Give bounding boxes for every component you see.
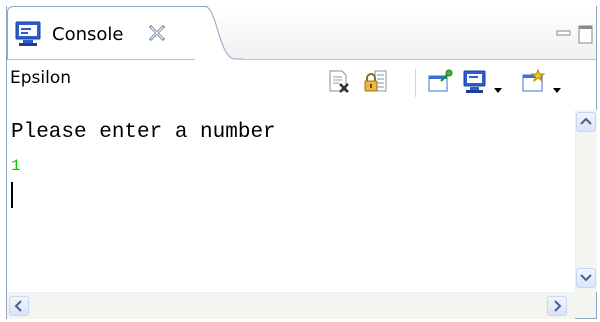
- console-name-label: Epsilon: [10, 68, 72, 88]
- chevron-down-icon[interactable]: [493, 80, 503, 93]
- minimize-icon[interactable]: [556, 25, 572, 44]
- tab-edge-curve: [195, 6, 243, 60]
- clear-console-icon[interactable]: [327, 69, 353, 95]
- scrollbar-corner: [575, 292, 596, 318]
- open-console-icon[interactable]: [521, 68, 547, 95]
- console-output-line: Please enter a number: [11, 121, 276, 144]
- scroll-up-button[interactable]: [576, 112, 596, 132]
- scroll-down-button[interactable]: [576, 268, 596, 288]
- console-toolbar: Epsilon: [7, 60, 596, 108]
- scroll-left-button[interactable]: [9, 296, 29, 316]
- close-icon[interactable]: [148, 24, 166, 42]
- scroll-right-button[interactable]: [547, 296, 567, 316]
- console-monitor-icon: [14, 21, 42, 47]
- console-tab-label: Console: [52, 24, 124, 45]
- toolbar-separator: [415, 69, 416, 97]
- text-caret: [11, 182, 13, 208]
- chevron-down-icon: [580, 274, 592, 282]
- vertical-scrollbar[interactable]: [575, 110, 597, 292]
- console-tab[interactable]: Console: [7, 6, 207, 59]
- maximize-icon[interactable]: [578, 25, 594, 49]
- display-selected-console-icon[interactable]: [462, 69, 488, 95]
- pin-console-icon[interactable]: [427, 69, 453, 95]
- chevron-up-icon: [580, 117, 592, 125]
- scroll-lock-icon[interactable]: [363, 69, 389, 95]
- view-tab-strip: Console: [7, 6, 596, 60]
- console-view: Console Epsilon Please enter a number 1: [6, 6, 597, 319]
- chevron-down-icon[interactable]: [552, 80, 562, 93]
- console-output-area[interactable]: Please enter a number 1: [7, 110, 575, 292]
- horizontal-scrollbar[interactable]: [7, 292, 575, 319]
- console-input-line: 1: [11, 157, 21, 175]
- chevron-left-icon: [14, 300, 22, 312]
- chevron-right-icon: [554, 300, 562, 312]
